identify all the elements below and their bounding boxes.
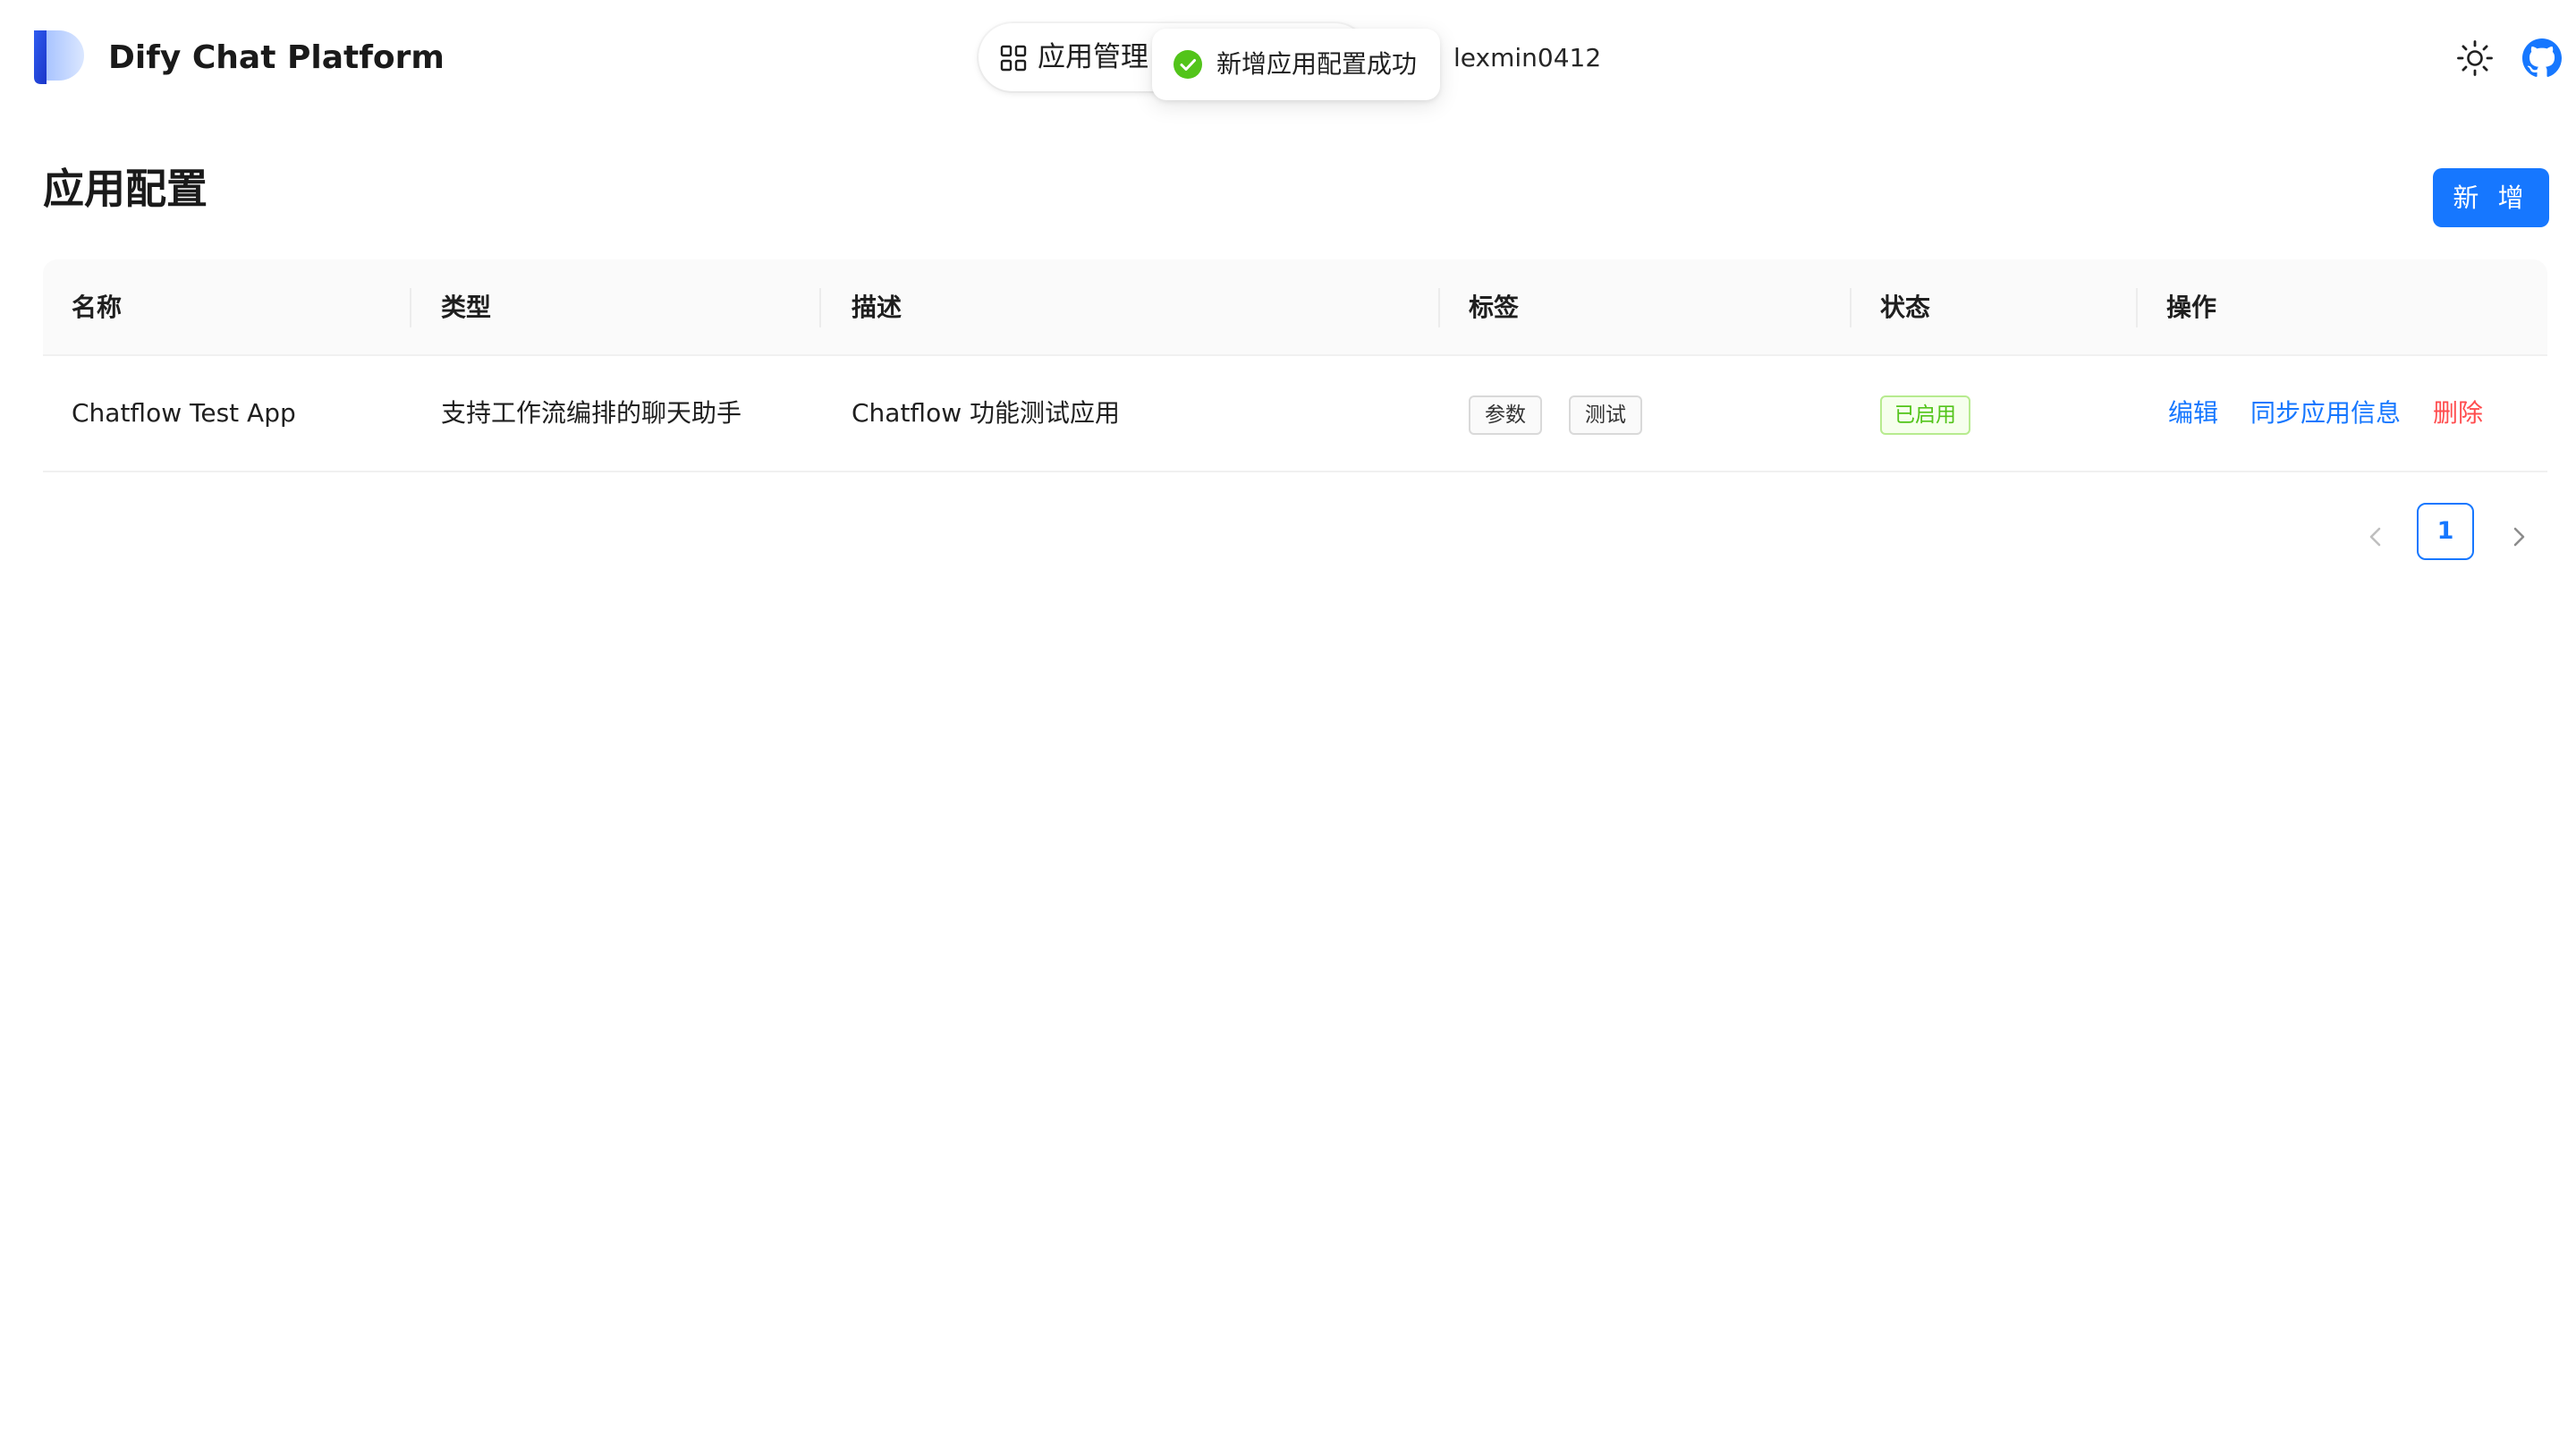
tag-item: 测试 <box>1569 395 1642 435</box>
brand-name: Dify Chat Platform <box>108 39 445 76</box>
column-divider <box>1438 288 1440 327</box>
github-icon[interactable] <box>2522 38 2562 78</box>
table-header: 名称 类型 描述 标签 状态 操作 <box>43 259 2547 356</box>
cell-type: 支持工作流编排的聊天助手 <box>441 398 742 428</box>
column-header-description: 描述 <box>852 293 902 322</box>
column-header-name: 名称 <box>72 293 123 322</box>
add-button[interactable]: 新 增 <box>2433 168 2549 227</box>
column-header-status: 状态 <box>1880 293 1931 322</box>
cell-name: Chatflow Test App <box>72 398 296 428</box>
check-circle-icon <box>1174 50 1202 79</box>
column-divider <box>819 288 821 327</box>
tag-item: 参数 <box>1469 395 1542 435</box>
dify-logo-icon[interactable] <box>32 30 84 84</box>
status-badge: 已启用 <box>1880 395 1970 435</box>
success-toast: 新增应用配置成功 <box>1152 29 1440 100</box>
column-header-tags: 标签 <box>1469 293 1520 322</box>
pagination-page-1[interactable]: 1 <box>2417 503 2474 560</box>
table-row: Chatflow Test App 支持工作流编排的聊天助手 Chatflow … <box>43 356 2547 472</box>
column-divider <box>410 288 411 327</box>
column-header-actions: 操作 <box>2166 293 2217 322</box>
column-divider <box>1850 288 1852 327</box>
chevron-right-icon[interactable] <box>2501 519 2537 555</box>
sync-app-info-link[interactable]: 同步应用信息 <box>2250 356 2401 471</box>
delete-link[interactable]: 删除 <box>2433 356 2483 471</box>
nav-label: 应用管理 <box>1038 41 1148 73</box>
column-divider <box>2136 288 2138 327</box>
column-header-type: 类型 <box>441 293 492 322</box>
toast-message: 新增应用配置成功 <box>1216 49 1418 79</box>
app-grid-icon <box>1000 45 1027 72</box>
sun-icon[interactable] <box>2456 39 2494 77</box>
username[interactable]: lexmin0412 <box>1453 36 1601 81</box>
edit-link[interactable]: 编辑 <box>2168 356 2218 471</box>
page-title: 应用配置 <box>43 165 208 213</box>
chevron-left-icon[interactable] <box>2358 519 2394 555</box>
cell-description: Chatflow 功能测试应用 <box>852 398 1121 428</box>
